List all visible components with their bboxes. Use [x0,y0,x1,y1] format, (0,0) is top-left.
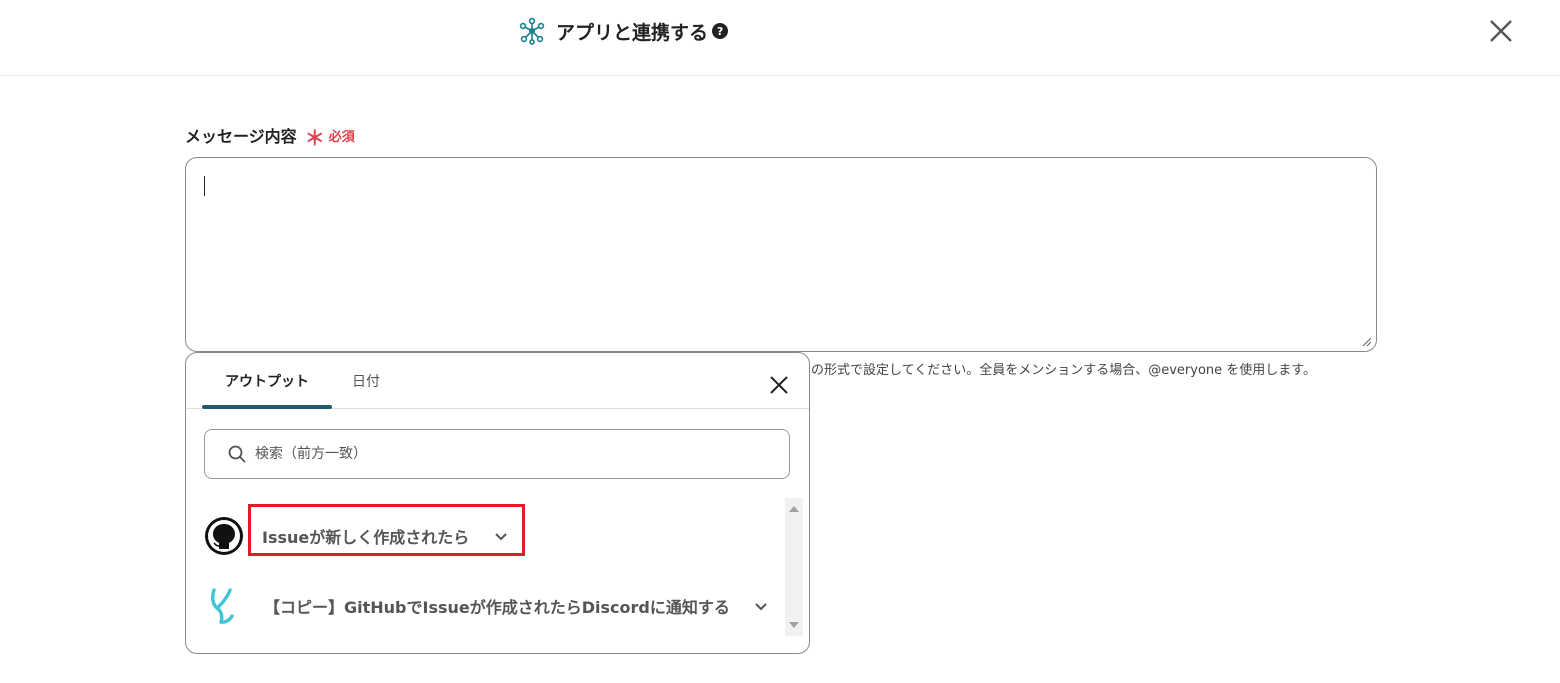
help-icon[interactable]: ? [712,23,729,39]
message-content-textarea[interactable] [185,157,1377,352]
tab-date[interactable]: 日付 [336,353,396,409]
scrollbar[interactable] [785,498,803,636]
search-input[interactable] [253,445,773,463]
variable-picker-popup: アウトプット 日付 Issueが新しく作成されたら [185,352,810,654]
list-item[interactable]: 【コピー】GitHubでIssueが作成されたらDiscordに通知する [186,584,782,628]
chevron-down-icon[interactable] [494,532,508,542]
github-icon [205,517,243,555]
text-caret [204,176,205,196]
required-mark: ＊ [304,126,325,150]
scroll-down-icon[interactable] [789,622,799,628]
list-item[interactable]: Issueが新しく作成されたら [186,504,782,556]
field-label-text: メッセージ内容 [185,127,297,146]
modal-title: アプリと連携する [556,21,709,44]
scroll-up-icon[interactable] [789,506,799,512]
list-item-label: 【コピー】GitHubでIssueが作成されたらDiscordに通知する [264,598,730,617]
popup-close-icon[interactable] [767,373,791,397]
hub-network-icon [519,17,545,45]
yoom-logo-icon [211,588,234,624]
field-hint: の形式で設定してください。全員をメンションする場合、@everyone を使用し… [811,363,1316,378]
search-icon [228,445,246,463]
message-content-label: メッセージ内容 ＊ 必須 [185,123,355,150]
popup-tab-bar: アウトプット 日付 [186,353,809,409]
modal-header: アプリと連携する ? [0,0,1560,76]
modal-title-group: アプリと連携する ? [518,16,729,46]
list-item-label: Issueが新しく作成されたら [262,528,470,547]
tab-output[interactable]: アウトプット [202,353,332,409]
resize-handle-icon[interactable] [1362,337,1372,347]
required-badge: 必須 [328,129,355,145]
chevron-down-icon[interactable] [754,602,768,612]
output-list: Issueが新しく作成されたら 【コピー】GitHubでIssueが作成されたら… [186,498,806,638]
search-field[interactable] [204,429,790,479]
close-icon[interactable] [1484,14,1518,48]
